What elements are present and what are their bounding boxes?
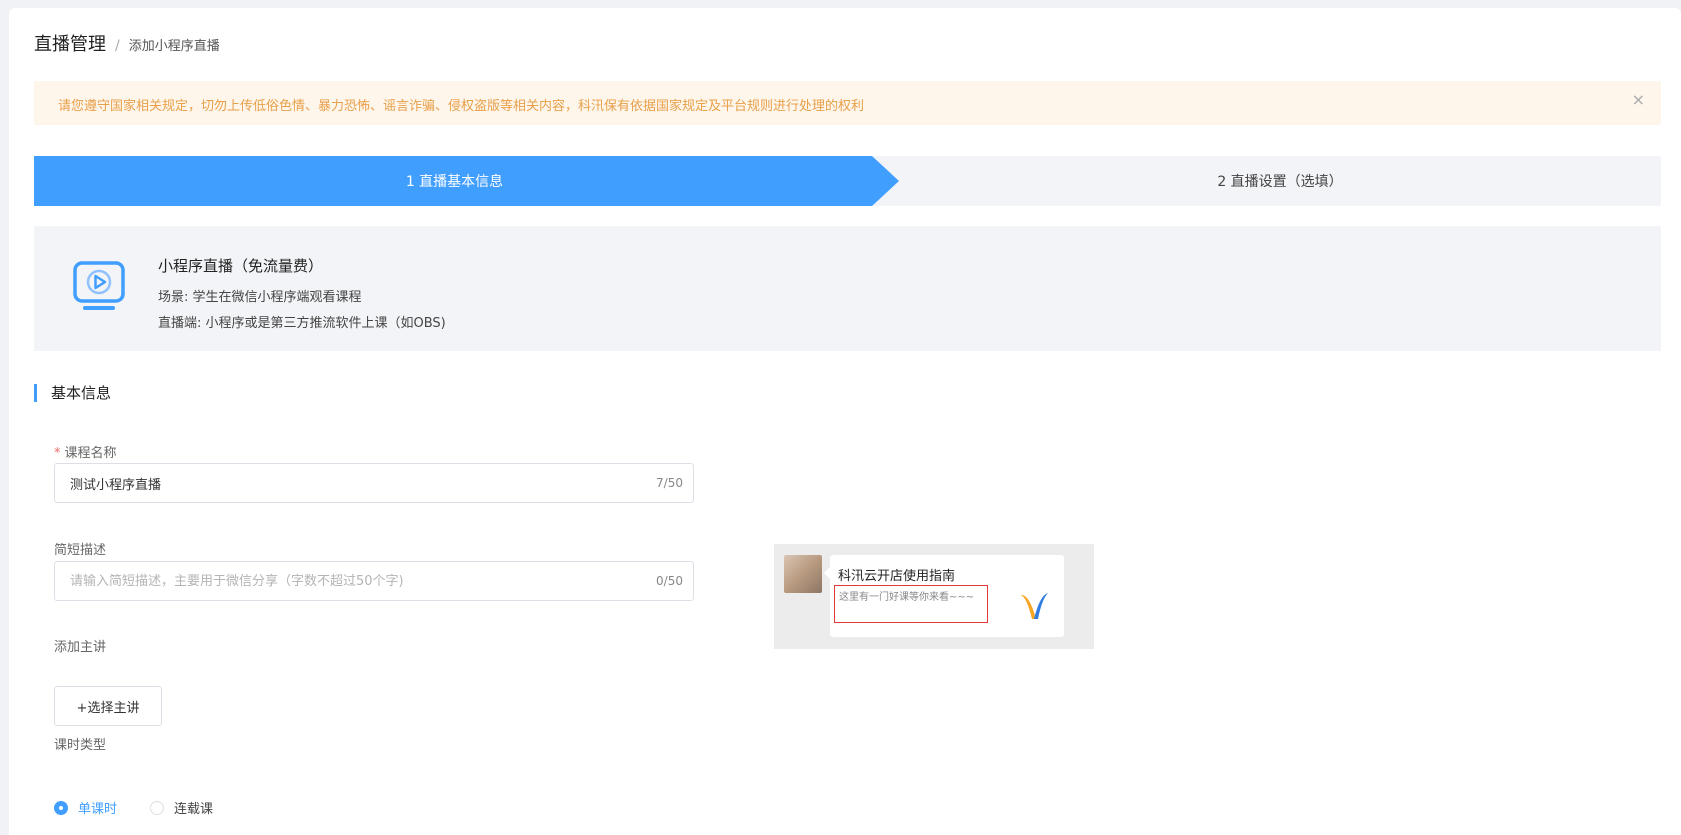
notice-banner: 请您遵守国家相关规定，切勿上传低俗色情、暴力恐怖、谣言诈骗、侵权盗版等相关内容，… <box>34 81 1661 125</box>
lesson-type-label: 课时类型 <box>54 738 107 753</box>
tv-play-icon <box>73 261 125 310</box>
steps-bar: 1 直播基本信息 2 直播设置（选填） <box>34 156 1661 206</box>
notice-text: 请您遵守国家相关规定，切勿上传低俗色情、暴力恐怖、谣言诈骗、侵权盗版等相关内容，… <box>58 99 865 114</box>
section-title-basic-info: 基本信息 <box>34 384 111 402</box>
course-name-counter: 7/50 <box>656 476 683 490</box>
radio-dot[interactable] <box>150 800 164 815</box>
course-name-label: * 课程名称 <box>54 442 117 461</box>
close-icon[interactable]: × <box>1632 90 1645 109</box>
share-preview: 科汛云开店使用指南 这里有一门好课等你来看~~~ <box>774 544 1094 649</box>
intro-client: 直播端: 小程序或是第三方推流软件上课（如OBS) <box>158 316 446 331</box>
course-name-label-text: 课程名称 <box>64 446 117 461</box>
share-card-desc: 这里有一门好课等你来看~~~ <box>834 585 988 623</box>
breadcrumb-live-management[interactable]: 直播管理 <box>34 30 106 56</box>
radio-dot-checked[interactable] <box>54 800 68 815</box>
breadcrumb: 直播管理 / 添加小程序直播 <box>34 30 220 56</box>
intro-title: 小程序直播（免流量费） <box>158 257 324 275</box>
breadcrumb-separator: / <box>115 38 120 54</box>
short-desc-counter: 0/50 <box>656 574 683 588</box>
brand-logo-icon <box>1020 593 1048 619</box>
short-desc-input[interactable] <box>55 562 615 600</box>
step-basic-info[interactable]: 1 直播基本信息 <box>34 156 899 206</box>
short-desc-label: 简短描述 <box>54 543 107 558</box>
main-card <box>9 8 1681 835</box>
live-type-intro: 小程序直播（免流量费） 场景: 学生在微信小程序端观看课程 直播端: 小程序或是… <box>34 226 1661 351</box>
choose-lecturer-button[interactable]: +选择主讲 <box>54 686 162 726</box>
avatar <box>784 555 822 593</box>
radio-single-lesson-label: 单课时 <box>78 802 118 817</box>
intro-scene: 场景: 学生在微信小程序端观看课程 <box>158 290 362 305</box>
step-live-settings[interactable]: 2 直播设置（选填） <box>899 156 1661 206</box>
radio-single-lesson[interactable]: 单课时 <box>54 798 117 817</box>
share-card: 科汛云开店使用指南 这里有一门好课等你来看~~~ <box>824 555 1064 637</box>
course-name-input[interactable] <box>55 464 615 502</box>
required-mark: * <box>54 446 61 461</box>
breadcrumb-current: 添加小程序直播 <box>128 39 220 54</box>
course-name-field[interactable]: 7/50 <box>54 463 694 503</box>
short-desc-field[interactable]: 0/50 <box>54 561 694 601</box>
lecturer-label: 添加主讲 <box>54 640 107 655</box>
radio-serial-lesson-label: 连载课 <box>174 802 214 817</box>
radio-serial-lesson[interactable]: 连载课 <box>150 798 213 817</box>
share-card-title: 科汛云开店使用指南 <box>838 569 956 584</box>
